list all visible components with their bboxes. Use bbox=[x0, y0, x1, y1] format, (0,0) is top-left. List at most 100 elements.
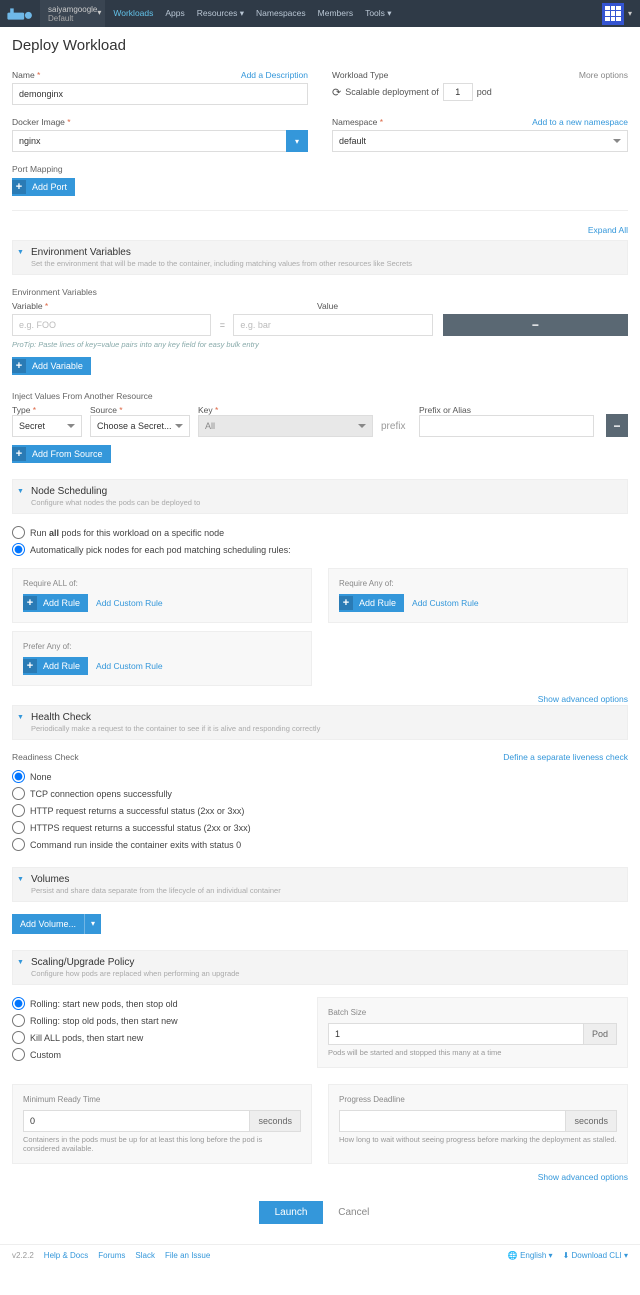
workload-type-label: Workload Type bbox=[332, 70, 388, 80]
namespace-select[interactable]: default bbox=[332, 130, 628, 152]
inject-key-label: Key bbox=[198, 405, 373, 415]
inject-source-label: Source bbox=[90, 405, 190, 415]
sched-radio-specific[interactable] bbox=[12, 526, 25, 539]
add-rule-button[interactable]: +Add Rule bbox=[339, 594, 404, 612]
env-var-label: Variable bbox=[12, 301, 48, 311]
scaling-show-advanced[interactable]: Show advanced options bbox=[538, 1172, 628, 1182]
seconds-suffix: seconds bbox=[249, 1110, 301, 1132]
add-from-source-button[interactable]: +Add From Source bbox=[12, 445, 111, 463]
add-rule-button[interactable]: +Add Rule bbox=[23, 594, 88, 612]
scaling-desc: Configure how pods are replaced when per… bbox=[31, 969, 617, 978]
inject-type-select[interactable]: Secret bbox=[12, 415, 82, 437]
health-radio-cmd[interactable] bbox=[12, 838, 25, 851]
env-val-label: Value bbox=[317, 301, 338, 311]
docker-image-dropdown[interactable]: ▾ bbox=[286, 130, 308, 152]
add-variable-button[interactable]: +Add Variable bbox=[12, 357, 91, 375]
name-input[interactable] bbox=[12, 83, 308, 105]
footer-help-link[interactable]: Help & Docs bbox=[44, 1251, 88, 1260]
plus-icon: + bbox=[12, 180, 26, 194]
user-menu[interactable]: ▾ bbox=[628, 9, 632, 18]
deadline-input[interactable] bbox=[339, 1110, 565, 1132]
page-title: Deploy Workload bbox=[12, 37, 628, 54]
rancher-logo[interactable] bbox=[0, 0, 40, 27]
nav-resources[interactable]: Resources ▾ bbox=[197, 8, 244, 19]
nav-apps[interactable]: Apps bbox=[165, 8, 184, 19]
env-section-header[interactable]: ▼ Environment Variables Set the environm… bbox=[12, 240, 628, 275]
chevron-down-icon: ▾ bbox=[97, 8, 101, 17]
env-var-input[interactable] bbox=[12, 314, 211, 336]
health-radio-https[interactable] bbox=[12, 821, 25, 834]
seconds-suffix: seconds bbox=[565, 1110, 617, 1132]
scaling-radio-3[interactable] bbox=[12, 1031, 25, 1044]
equals-sign: = bbox=[217, 314, 227, 336]
scaling-opt: Rolling: start new pods, then stop old bbox=[30, 999, 178, 1009]
add-rule-button[interactable]: +Add Rule bbox=[23, 657, 88, 675]
scaling-radio-2[interactable] bbox=[12, 1014, 25, 1027]
add-custom-rule-link[interactable]: Add Custom Rule bbox=[412, 598, 479, 608]
add-port-button[interactable]: +Add Port bbox=[12, 178, 75, 196]
remove-inject-button[interactable]: − bbox=[606, 414, 628, 437]
readiness-label: Readiness Check bbox=[12, 752, 79, 762]
add-namespace-link[interactable]: Add to a new namespace bbox=[532, 117, 628, 127]
add-description-link[interactable]: Add a Description bbox=[241, 70, 308, 80]
docker-image-label: Docker Image bbox=[12, 117, 71, 127]
volumes-section-header[interactable]: ▼ Volumes Persist and share data separat… bbox=[12, 867, 628, 902]
scaling-opt: Rolling: stop old pods, then start new bbox=[30, 1016, 178, 1026]
inject-prefix-input[interactable] bbox=[419, 415, 594, 437]
batch-size-input[interactable] bbox=[328, 1023, 583, 1045]
footer-issue-link[interactable]: File an Issue bbox=[165, 1251, 210, 1260]
nav-namespaces[interactable]: Namespaces bbox=[256, 8, 306, 19]
download-cli-link[interactable]: ⬇ Download CLI ▾ bbox=[563, 1251, 628, 1260]
prefer-any-label: Prefer Any of: bbox=[23, 642, 301, 651]
batch-help: Pods will be started and stopped this ma… bbox=[328, 1048, 617, 1057]
sched-opt2: Automatically pick nodes for each pod ma… bbox=[30, 545, 291, 555]
footer-slack-link[interactable]: Slack bbox=[135, 1251, 155, 1260]
require-all-label: Require ALL of: bbox=[23, 579, 301, 588]
health-radio-none[interactable] bbox=[12, 770, 25, 783]
cancel-button[interactable]: Cancel bbox=[326, 1201, 381, 1224]
add-custom-rule-link[interactable]: Add Custom Rule bbox=[96, 598, 163, 608]
health-section-header[interactable]: ▼ Health Check Periodically make a reque… bbox=[12, 705, 628, 740]
apps-grid-icon[interactable] bbox=[602, 3, 624, 25]
language-selector[interactable]: 🌐 English ▾ bbox=[508, 1251, 553, 1260]
nav-members[interactable]: Members bbox=[318, 8, 353, 19]
pod-count-input[interactable] bbox=[443, 83, 473, 101]
scaling-title: Scaling/Upgrade Policy bbox=[31, 957, 617, 968]
env-title: Environment Variables bbox=[31, 247, 617, 258]
min-ready-label: Minimum Ready Time bbox=[23, 1095, 301, 1104]
scaling-radio-4[interactable] bbox=[12, 1048, 25, 1061]
inject-key-select[interactable]: All bbox=[198, 415, 373, 437]
cluster-selector[interactable]: saiyamgoogle Default ▾ bbox=[40, 0, 105, 27]
cluster-name: saiyamgoogle bbox=[48, 5, 97, 14]
min-ready-input[interactable] bbox=[23, 1110, 249, 1132]
env-val-input[interactable] bbox=[233, 314, 432, 336]
footer-forums-link[interactable]: Forums bbox=[98, 1251, 125, 1260]
docker-image-input[interactable] bbox=[12, 130, 286, 152]
main-nav: Workloads Apps Resources ▾ Namespaces Me… bbox=[105, 8, 602, 19]
port-mapping-label: Port Mapping bbox=[12, 164, 628, 174]
env-sublabel: Environment Variables bbox=[12, 287, 628, 297]
nav-workloads[interactable]: Workloads bbox=[113, 8, 153, 19]
namespace-label: Namespace bbox=[332, 117, 383, 127]
remove-env-button[interactable]: − bbox=[443, 314, 628, 336]
env-desc: Set the environment that will be made to… bbox=[31, 259, 617, 268]
sched-section-header[interactable]: ▼ Node Scheduling Configure what nodes t… bbox=[12, 479, 628, 514]
version-label: v2.2.2 bbox=[12, 1251, 34, 1260]
expand-all-link[interactable]: Expand All bbox=[588, 225, 628, 235]
scaling-section-header[interactable]: ▼ Scaling/Upgrade Policy Configure how p… bbox=[12, 950, 628, 985]
inject-source-select[interactable]: Choose a Secret... bbox=[90, 415, 190, 437]
more-options-link[interactable]: More options bbox=[579, 70, 628, 80]
sched-radio-auto[interactable] bbox=[12, 543, 25, 556]
scaling-radio-1[interactable] bbox=[12, 997, 25, 1010]
health-opt: HTTP request returns a successful status… bbox=[30, 806, 244, 816]
add-volume-button[interactable]: Add Volume...▾ bbox=[12, 914, 101, 934]
launch-button[interactable]: Launch bbox=[259, 1201, 324, 1224]
health-radio-http[interactable] bbox=[12, 804, 25, 817]
deployment-icon: ⟳ bbox=[332, 86, 341, 99]
batch-size-label: Batch Size bbox=[328, 1008, 617, 1017]
liveness-link[interactable]: Define a separate liveness check bbox=[503, 752, 628, 762]
health-radio-tcp[interactable] bbox=[12, 787, 25, 800]
nav-tools[interactable]: Tools ▾ bbox=[365, 8, 391, 19]
add-custom-rule-link[interactable]: Add Custom Rule bbox=[96, 661, 163, 671]
sched-show-advanced[interactable]: Show advanced options bbox=[538, 694, 628, 704]
